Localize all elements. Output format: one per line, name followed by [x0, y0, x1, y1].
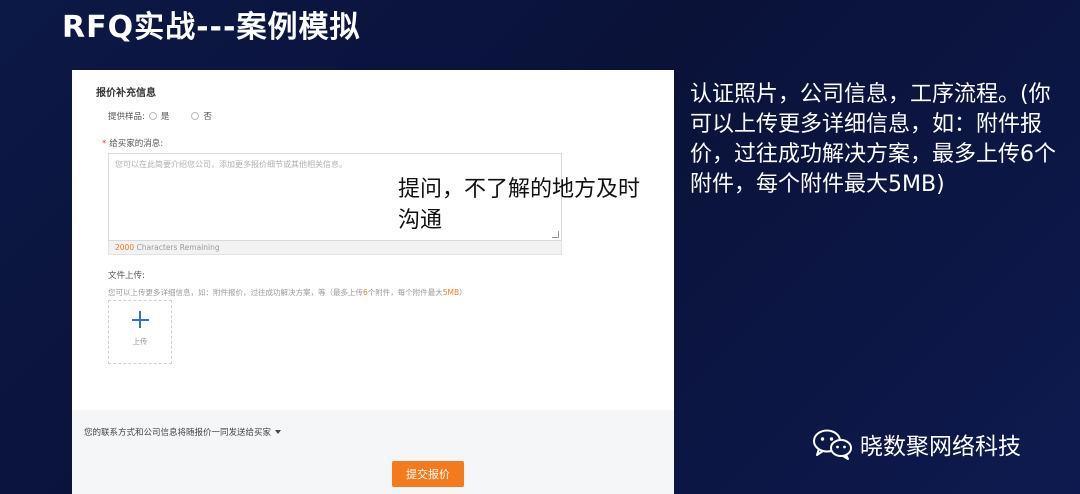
description-text: 认证照片，公司信息，工序流程。(你可以上传更多详细信息，如：附件报价，过往成功解… [690, 82, 1056, 197]
upload-hint-size: 5MB [442, 288, 460, 297]
upload-hint: 您可以上传更多详细信息，如：附件报价，过往成功解决方案，等（最多上传6个附件，每… [108, 287, 467, 298]
upload-button[interactable]: 上传 [108, 300, 172, 364]
character-count-text: Characters Remaining [136, 243, 220, 252]
upload-hint-pre: 您可以上传更多详细信息，如：附件报价，过往成功解决方案，等（最多上传 [108, 288, 363, 297]
quote-form-panel: 报价补充信息 提供样品: 是 否 * 给买家的消息: 您可以在此简要介绍您公司，添… [72, 70, 674, 494]
sample-no-radio[interactable] [191, 112, 200, 120]
contact-info-toggle[interactable]: 您的联系方式和公司信息将随报价一同发送给买家 [84, 426, 282, 438]
caret-down-icon [275, 430, 282, 434]
sample-option-row: 提供样品: 是 否 [108, 110, 212, 122]
upload-button-label: 上传 [132, 337, 148, 346]
character-counter: 2000 Characters Remaining [108, 241, 562, 255]
sample-no-label: 否 [203, 112, 212, 122]
upload-label: 文件上传: [108, 271, 145, 281]
section-title: 报价补充信息 [96, 88, 156, 99]
message-placeholder: 您可以在此简要介绍您公司，添加更多报价细节或其他相关信息。 [115, 160, 347, 169]
required-mark: * [102, 139, 107, 149]
upload-hint-end: ） [459, 288, 467, 297]
sample-yes-label: 是 [160, 112, 170, 122]
message-label: * 给买家的消息: [102, 137, 163, 149]
overlay-note: 提问，不了解的地方及时沟通 [398, 177, 641, 233]
sample-yes-radio[interactable] [148, 112, 157, 120]
brand-name: 晓数聚网络科技 [860, 434, 1021, 460]
slide-title: RFQ实战---案例模拟 [62, 10, 361, 45]
wechat-icon [813, 429, 852, 460]
sample-label: 提供样品: [108, 112, 145, 122]
form-footer: 您的联系方式和公司信息将随报价一同发送给买家 提交报价 [72, 410, 674, 494]
brand: 晓数聚网络科技 [812, 427, 1021, 461]
message-label-text: 给买家的消息: [109, 139, 164, 149]
character-count: 2000 [115, 243, 135, 252]
plus-icon [131, 311, 149, 328]
contact-note-text: 您的联系方式和公司信息将随报价一同发送给买家 [84, 428, 272, 438]
submit-quote-button[interactable]: 提交报价 [392, 461, 464, 487]
upload-hint-mid: 个附件，每个附件最大 [367, 288, 443, 297]
